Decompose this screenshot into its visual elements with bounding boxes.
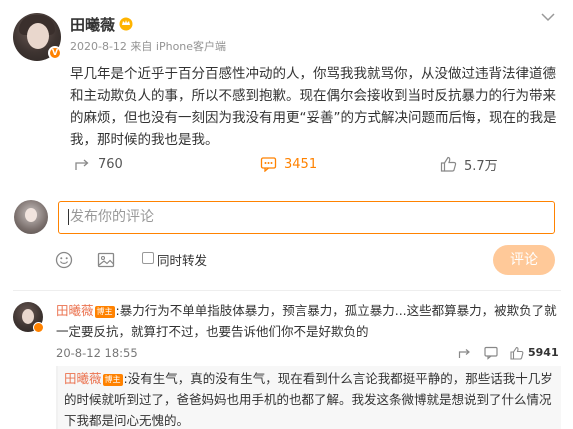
comment-verified-badge-icon xyxy=(33,322,44,333)
comment-forward-icon[interactable] xyxy=(458,346,472,360)
chevron-down-icon[interactable] xyxy=(541,12,555,22)
comment-count: 3451 xyxy=(284,156,318,172)
comment-input-placeholder: 发布你的评论 xyxy=(70,209,154,225)
text-caret xyxy=(68,209,69,225)
post-meta: 2020-8-12 来自 iPhone客户端 xyxy=(70,40,227,53)
reply-body: :没有生气，真的没有生气，现在看到什么言论我都挺平静的，那些话我十几岁的时候就听… xyxy=(64,371,553,428)
thumbs-up-icon xyxy=(440,156,457,172)
forward-checkbox-label[interactable]: 同时转发 xyxy=(157,250,207,269)
post-body: 早几年是个近乎于百分百感性冲动的人，你骂我我就骂你，从没做过违背法律道德和主动欺… xyxy=(70,66,557,148)
comment-text: 田曦薇 博主:暴力行为不单单指肢体暴力，预言暴力，孤立暴力...这些都算暴力，被欺… xyxy=(56,300,560,342)
reply-author-link[interactable]: 田曦薇 xyxy=(64,371,102,386)
comment-button[interactable]: 3451 xyxy=(260,150,317,178)
current-user-avatar[interactable] xyxy=(14,200,48,234)
comment-date: 20-8-12 18:55 xyxy=(56,346,138,360)
like-count: 5.7万 xyxy=(464,158,498,174)
forward-icon xyxy=(75,159,89,170)
like-button[interactable]: 5.7万 xyxy=(440,150,498,178)
comment-author-link[interactable]: 田曦薇 xyxy=(56,303,94,318)
forward-button[interactable]: 760 xyxy=(74,150,123,178)
comment-like-count: 5941 xyxy=(528,346,559,359)
comment-author-tag: 博主 xyxy=(94,306,115,318)
forward-checkbox[interactable] xyxy=(142,252,154,264)
submit-comment-button[interactable]: 评论 xyxy=(493,245,555,275)
divider xyxy=(13,290,561,291)
author-name[interactable]: 田曦薇 xyxy=(70,14,115,35)
crown-icon xyxy=(119,17,133,31)
comment-reply-icon[interactable] xyxy=(484,346,498,360)
comment-input[interactable]: 发布你的评论 xyxy=(58,201,555,234)
comment-like-icon[interactable] xyxy=(510,346,524,360)
post-actions: 760 3451 5.7万 xyxy=(70,150,560,178)
emoji-icon[interactable] xyxy=(55,251,73,269)
reply-author-tag: 博主 xyxy=(102,374,123,386)
verified-badge-icon: V xyxy=(48,46,62,60)
comment-body: :暴力行为不单单指肢体暴力，预言暴力，孤立暴力...这些都算暴力，被欺负了就一定… xyxy=(56,303,557,339)
reply-text: 田曦薇 博主:没有生气，真的没有生气，现在看到什么言论我都挺平静的，那些话我十几岁… xyxy=(64,368,558,429)
comment-icon xyxy=(260,157,277,172)
image-icon[interactable] xyxy=(97,251,115,269)
forward-count: 760 xyxy=(98,156,123,172)
